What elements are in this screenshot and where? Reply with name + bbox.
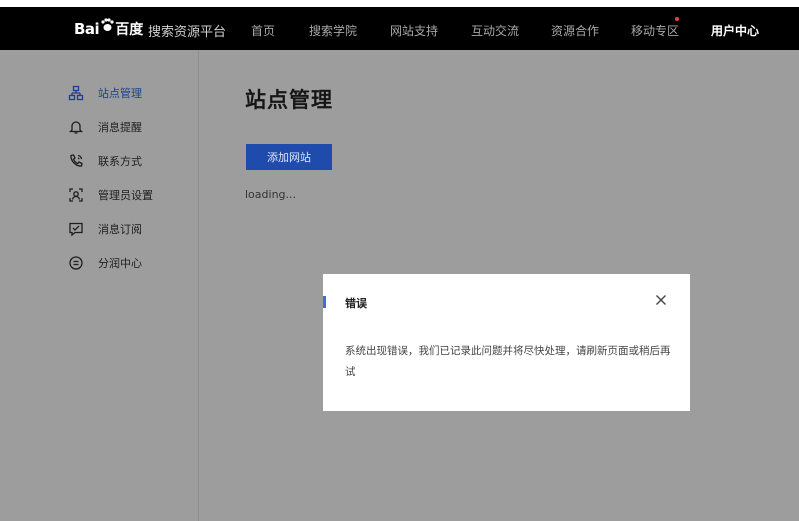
nav-home[interactable]: 首页 bbox=[251, 22, 275, 39]
nav-community[interactable]: 互动交流 bbox=[471, 22, 519, 39]
sidebar-item-label: 消息提醒 bbox=[98, 121, 142, 134]
nav-user-center[interactable]: 用户中心 bbox=[711, 22, 759, 39]
revenue-icon bbox=[68, 255, 84, 271]
error-dialog: 错误 系统出现错误，我们已记录此问题并将尽快处理，请刷新页面或稍后再试 bbox=[323, 274, 690, 411]
sidebar-item-label: 联系方式 bbox=[98, 155, 142, 168]
sidebar-item-admin-settings[interactable]: 管理员设置 bbox=[68, 186, 153, 204]
dialog-title: 错误 bbox=[345, 297, 367, 310]
sidebar-item-site-management[interactable]: 站点管理 bbox=[68, 84, 142, 102]
add-website-button[interactable]: 添加网站 bbox=[246, 144, 332, 170]
notification-dot bbox=[675, 17, 679, 21]
sidebar-item-subscription[interactable]: 消息订阅 bbox=[68, 220, 142, 238]
paw-icon bbox=[100, 17, 114, 35]
sidebar-item-contact[interactable]: 联系方式 bbox=[68, 152, 142, 170]
title-accent-bar bbox=[323, 296, 326, 308]
baidu-logo[interactable]: Bai 百度 bbox=[74, 17, 144, 39]
sidebar-item-label: 消息订阅 bbox=[98, 223, 142, 236]
logo-text-du: 百度 bbox=[115, 22, 144, 38]
sitemap-icon bbox=[68, 85, 84, 101]
logo-text-bai: Bai bbox=[74, 20, 100, 38]
admin-icon bbox=[68, 187, 84, 203]
phone-icon bbox=[68, 153, 84, 169]
sidebar-item-notifications[interactable]: 消息提醒 bbox=[68, 118, 142, 136]
sidebar-item-label: 站点管理 bbox=[98, 87, 142, 100]
dialog-message: 系统出现错误，我们已记录此问题并将尽快处理，请刷新页面或稍后再试 bbox=[345, 345, 671, 378]
nav-resource-cooperation[interactable]: 资源合作 bbox=[551, 22, 599, 39]
sidebar-item-revenue[interactable]: 分润中心 bbox=[68, 254, 142, 272]
platform-name: 搜索资源平台 bbox=[148, 25, 227, 40]
browser-top-strip bbox=[0, 0, 799, 7]
sidebar-item-label: 分润中心 bbox=[98, 257, 142, 270]
top-navigation-bar: Bai 百度 搜索资源平台 首页 搜索学院 网站支持 互动交流 资源合作 移动专… bbox=[0, 7, 799, 50]
sidebar: 站点管理 消息提醒 联系方式 管理员设置 消息订阅 分润中心 bbox=[0, 50, 199, 521]
close-icon[interactable] bbox=[654, 292, 668, 306]
nav-mobile-zone[interactable]: 移动专区 bbox=[631, 22, 679, 39]
bell-icon bbox=[68, 119, 84, 135]
nav-search-academy[interactable]: 搜索学院 bbox=[309, 22, 357, 39]
nav-site-support[interactable]: 网站支持 bbox=[390, 22, 438, 39]
loading-text: loading... bbox=[245, 188, 297, 201]
sidebar-item-label: 管理员设置 bbox=[98, 189, 153, 202]
subscribe-icon bbox=[68, 221, 84, 237]
page-title: 站点管理 bbox=[245, 88, 333, 112]
